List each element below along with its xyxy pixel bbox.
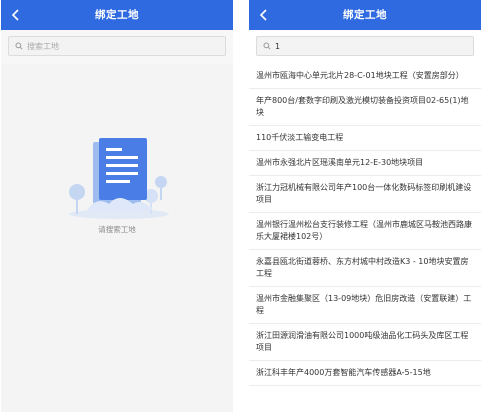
result-item[interactable]: 温州市永强北片区瑶溪南单元12-E-30地块项目 — [249, 151, 481, 176]
chevron-left-icon — [11, 9, 19, 21]
search-input[interactable] — [275, 41, 455, 51]
result-item[interactable]: 年产800台/套数字印刷及激光模切装备投资项目02-65(1)地块 — [249, 89, 481, 126]
result-item[interactable]: 浙江力冠机械有限公司年产100台一体化数码标签印刷机建设项目 — [249, 176, 481, 213]
back-button[interactable] — [249, 0, 279, 30]
result-item[interactable]: 温州市金融集聚区（13-09地块）危旧房改造（安置联建）工程 — [249, 287, 481, 324]
search-box[interactable] — [8, 36, 226, 56]
document-illustration — [69, 138, 169, 219]
result-item[interactable]: 浙江田源润滑油有限公司1000吨级油品化工码头及库区工程项目 — [249, 324, 481, 361]
header-bar: 绑定工地 — [249, 0, 481, 30]
search-icon — [263, 42, 271, 50]
result-item[interactable]: 永嘉县瓯北街道蓉桥、东方村城中村改造K3 - 10地块安置房工程 — [249, 250, 481, 287]
header-bar: 绑定工地 — [1, 0, 233, 30]
result-item[interactable]: 温州银行温州松台支行装修工程（温州市鹿城区马鞍池西路康乐大厦裙楼102号） — [249, 213, 481, 250]
empty-state: 请搜索工地 — [1, 64, 233, 412]
chevron-left-icon — [259, 9, 267, 21]
search-icon — [15, 42, 23, 50]
result-item[interactable]: 浙江科丰年产4000万套智能汽车传感器A-5-15地 — [249, 361, 481, 386]
search-results: 温州市瓯海中心单元北片28-C-01地块工程（安置房部分） 年产800台/套数字… — [249, 64, 481, 412]
result-item[interactable]: 110千伏淡工输变电工程 — [249, 126, 481, 151]
search-input[interactable] — [27, 41, 207, 51]
right-screen: 绑定工地 温州市瓯海中心单元北片28-C-01地块工程（安置房部分） 年产800… — [249, 0, 481, 412]
empty-message: 请搜索工地 — [98, 225, 136, 234]
page-title: 绑定工地 — [95, 9, 139, 21]
search-bar — [1, 30, 233, 64]
back-button[interactable] — [1, 0, 31, 30]
result-item[interactable]: 温州市瓯海中心单元北片28-C-01地块工程（安置房部分） — [249, 64, 481, 89]
left-screen: 绑定工地 请搜索工地 — [1, 0, 233, 412]
page-title: 绑定工地 — [343, 9, 387, 21]
search-bar — [249, 30, 481, 64]
search-box[interactable] — [256, 36, 474, 56]
